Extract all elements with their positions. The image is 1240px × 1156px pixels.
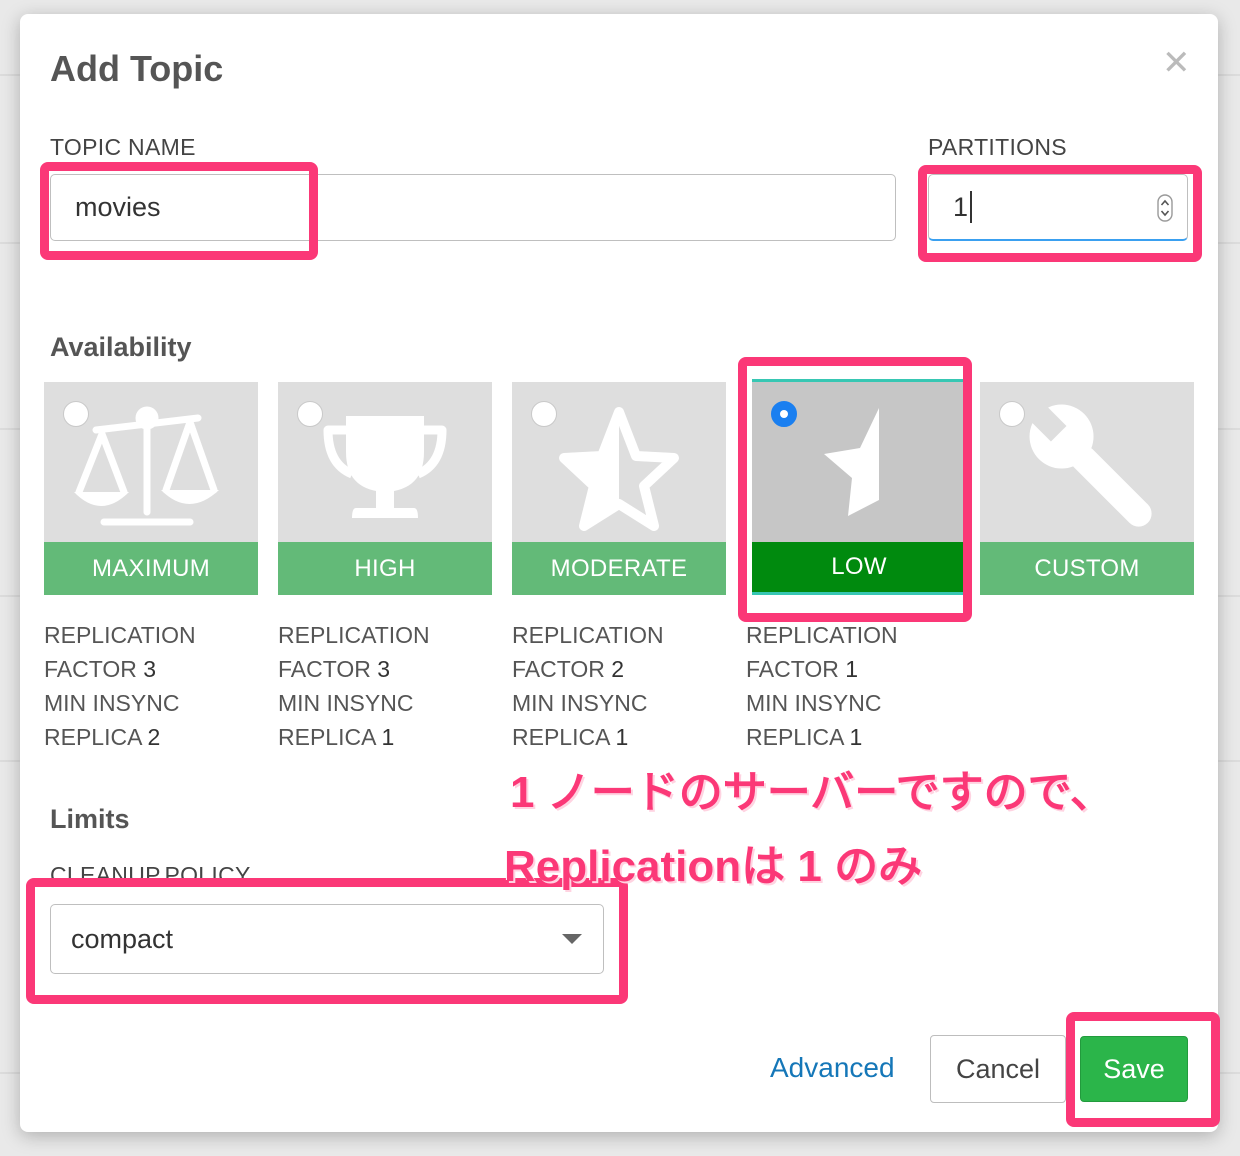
partitions-label: PARTITIONS [928,134,1067,160]
option-label-maximum: MAXIMUM [44,542,258,595]
option-desc-maximum: REPLICATION FACTOR 3 MIN INSYNC REPLICA … [44,622,196,750]
limits-heading: Limits [50,804,130,834]
option-desc-high: REPLICATION FACTOR 3 MIN INSYNC REPLICA … [278,622,430,750]
highlight-low-option [738,357,972,622]
availability-option-custom[interactable]: CUSTOM [980,382,1194,595]
option-label-high: HIGH [278,542,492,595]
highlight-topic-name [40,162,318,260]
option-label-moderate: MODERATE [512,542,726,595]
radio-custom[interactable] [999,401,1025,427]
annotation-line-1: 1 ノードのサーバーですので、 [510,768,1114,817]
availability-option-high[interactable]: HIGH [278,382,492,595]
availability-option-moderate[interactable]: MODERATE [512,382,726,595]
close-icon[interactable]: ✕ [1162,46,1191,80]
radio-maximum[interactable] [63,401,89,427]
cancel-button[interactable]: Cancel [930,1035,1066,1103]
option-desc-moderate: REPLICATION FACTOR 2 MIN INSYNC REPLICA … [512,622,664,750]
radio-moderate[interactable] [531,401,557,427]
dialog-title: Add Topic [50,48,224,89]
topic-name-label: TOPIC NAME [50,134,196,160]
highlight-save-button [1066,1012,1220,1127]
option-label-custom: CUSTOM [980,542,1194,595]
availability-heading: Availability [50,332,192,362]
option-desc-low: REPLICATION FACTOR 1 MIN INSYNC REPLICA … [746,622,898,750]
highlight-cleanup-policy [26,878,628,1004]
advanced-link[interactable]: Advanced [770,1052,895,1084]
highlight-partitions [918,165,1202,262]
radio-high[interactable] [297,401,323,427]
availability-option-maximum[interactable]: MAXIMUM [44,382,258,595]
annotation-line-2: Replicationは 1 のみ [504,842,923,891]
